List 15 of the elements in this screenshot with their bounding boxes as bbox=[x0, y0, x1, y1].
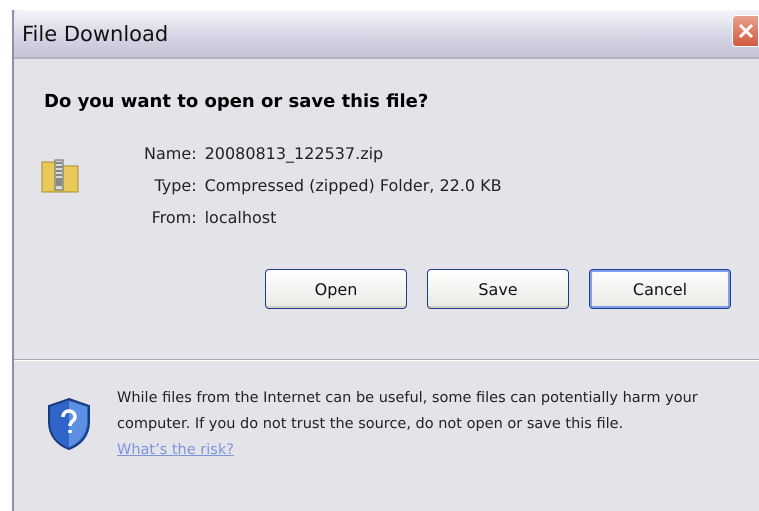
close-icon bbox=[738, 22, 754, 38]
detail-value: localhost bbox=[204, 208, 278, 227]
shield-question-icon bbox=[47, 397, 91, 451]
window-title: File Download bbox=[22, 22, 168, 46]
detail-label: Type: bbox=[153, 176, 197, 195]
warning-text: While files from the Internet can be useful, some files can potentially harm your computer. If you do not trust the source, do not open or save this file. What’s the risk? bbox=[117, 389, 699, 460]
detail-label: Name: bbox=[144, 144, 197, 163]
close-button[interactable] bbox=[732, 14, 759, 46]
dialog-button[interactable]: Save bbox=[427, 269, 569, 309]
question-text: Do you want to open or save this file? bbox=[44, 91, 430, 112]
dialog-button[interactable]: Open bbox=[265, 269, 407, 309]
detail-value: 20080813_122537.zip bbox=[204, 144, 384, 163]
detail-value: Compressed (zipped) Folder, 22.0 KB bbox=[204, 176, 502, 195]
detail-label: From: bbox=[150, 208, 197, 227]
dialog-button[interactable]: Cancel bbox=[589, 269, 731, 309]
